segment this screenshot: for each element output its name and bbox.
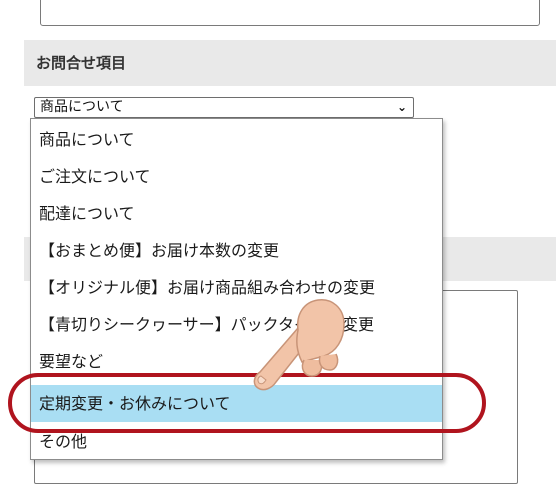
option-order[interactable]: ご注文について (31, 158, 442, 195)
option-product[interactable]: 商品について (31, 121, 442, 158)
option-delivery[interactable]: 配達について (31, 195, 442, 232)
option-original-combo[interactable]: 【オリジナル便】お届け商品組み合わせの変更 (31, 269, 442, 306)
form-screen: お問合せ項目 商品について ⌄ 商品について ご注文について 配達について 【お… (0, 0, 556, 500)
option-pack-type[interactable]: 【青切りシークヮーサー】パックタイプへ変更 (31, 306, 442, 343)
previous-textarea[interactable] (40, 0, 540, 26)
section-label: お問合せ項目 (36, 54, 127, 72)
option-bundle-count[interactable]: 【おまとめ便】お届け本数の変更 (31, 232, 442, 269)
pointing-hand-icon (253, 299, 345, 391)
chevron-down-icon: ⌄ (396, 100, 407, 114)
inquiry-type-select[interactable]: 商品について ⌄ (34, 97, 414, 118)
select-value: 商品について (40, 99, 124, 115)
